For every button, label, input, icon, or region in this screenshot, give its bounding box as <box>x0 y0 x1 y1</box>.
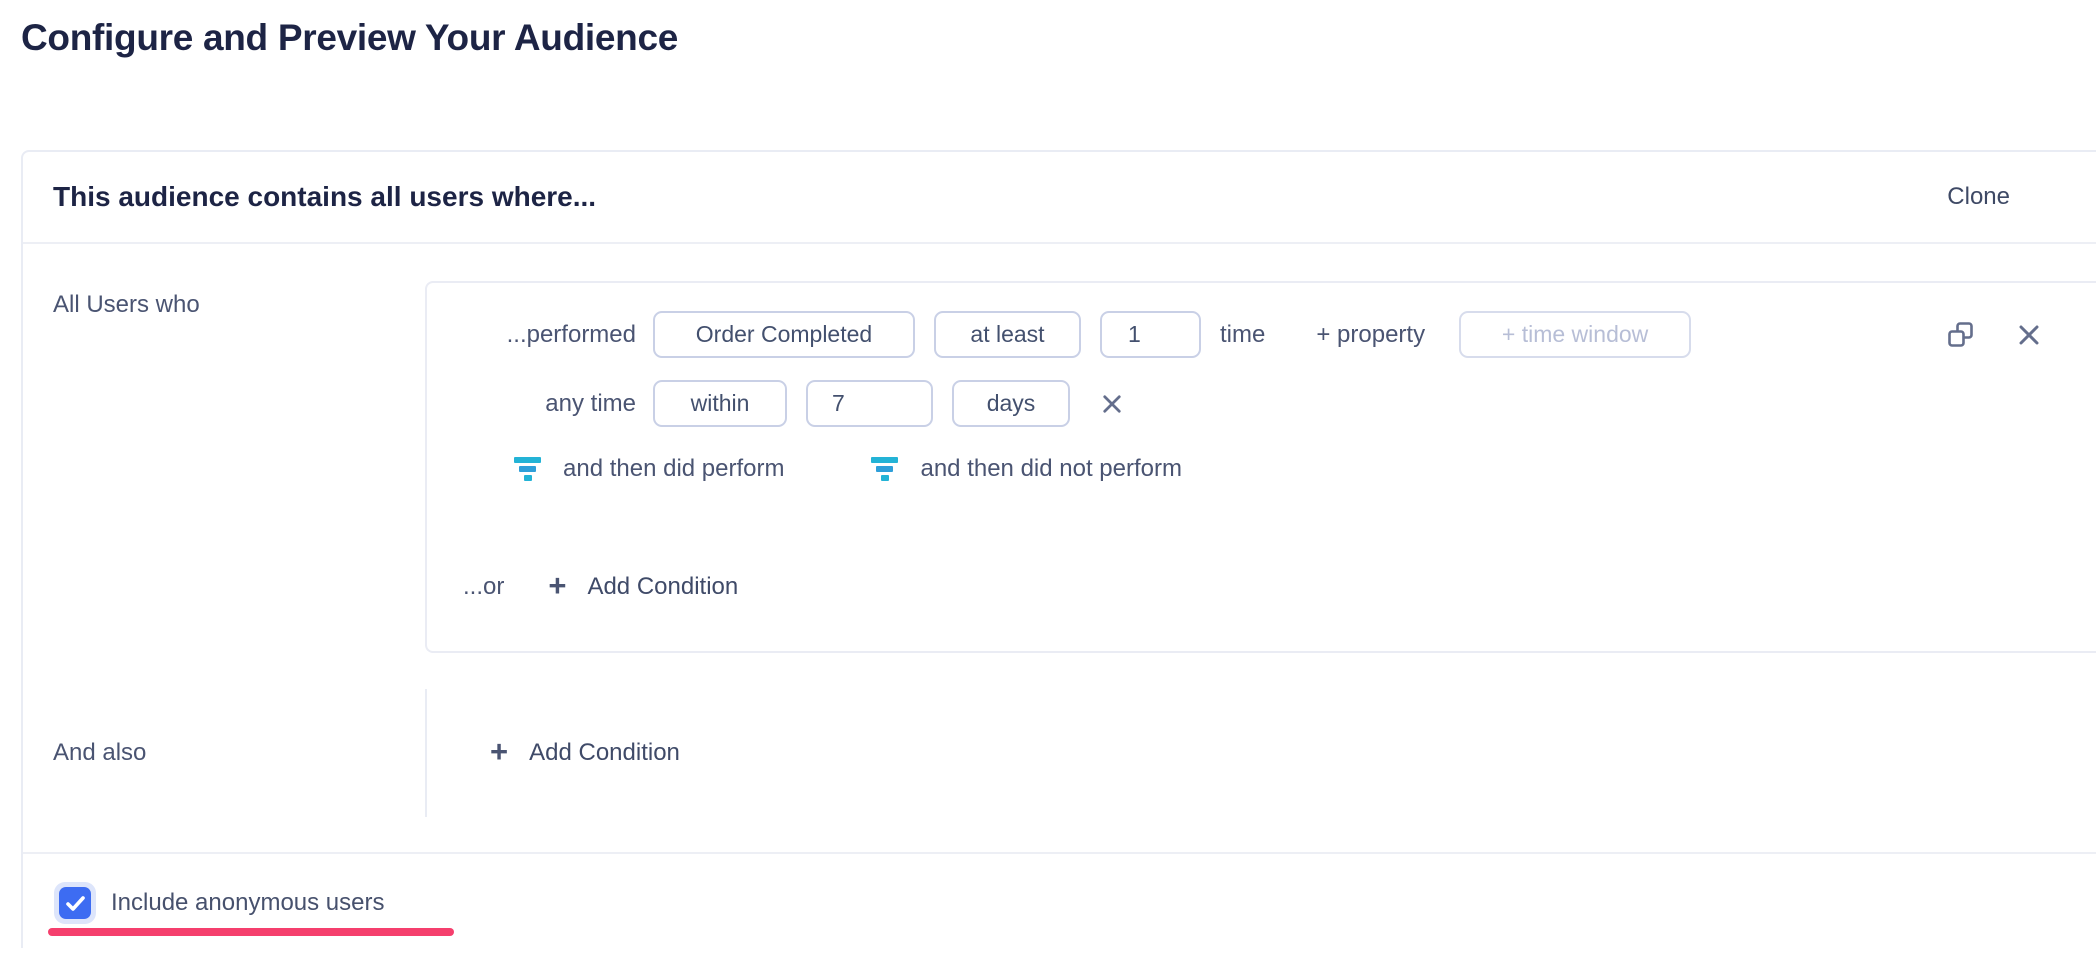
any-time-label: any time <box>427 390 653 418</box>
sequence-funnel-icon <box>871 457 898 481</box>
card-header: This audience contains all users where..… <box>23 152 2096 244</box>
range-operator-select[interactable]: within <box>653 380 787 427</box>
or-add-condition-row: ...or + Add Condition <box>463 573 2040 601</box>
time-window-condition-row: any time within days <box>427 380 2040 427</box>
count-input[interactable] <box>1100 311 1201 358</box>
and-also-add-condition-label: Add Condition <box>529 739 680 767</box>
add-condition-button[interactable]: + Add Condition <box>548 573 738 601</box>
operator-select[interactable]: at least <box>934 311 1081 358</box>
duplicate-condition-button[interactable] <box>1947 321 1974 348</box>
checkmark-icon <box>66 896 85 911</box>
checkbox-focus-ring <box>54 882 96 924</box>
add-property-button[interactable]: + property <box>1316 321 1425 349</box>
card-title: This audience contains all users where..… <box>53 181 596 213</box>
remove-time-window-button[interactable] <box>1102 394 1122 414</box>
card-footer: Include anonymous users <box>23 852 2096 953</box>
all-users-label: All Users who <box>23 281 425 319</box>
and-also-add-condition-button[interactable]: + Add Condition <box>490 739 680 767</box>
performed-condition-row: ...performed Order Completed at least ti… <box>427 311 2040 358</box>
highlight-underline <box>48 928 454 936</box>
time-window-input[interactable] <box>1459 311 1691 358</box>
plus-icon: + <box>548 570 566 601</box>
page-title: Configure and Preview Your Audience <box>21 14 2096 62</box>
event-select[interactable]: Order Completed <box>653 311 915 358</box>
all-users-section: All Users who ...performed Order Complet… <box>23 244 2096 653</box>
and-then-did-perform-button[interactable]: and then did perform <box>514 455 784 483</box>
remove-time-window-icon <box>1102 394 1122 414</box>
or-label: ...or <box>463 573 504 601</box>
and-also-content: + Add Condition <box>425 689 2096 817</box>
and-then-did-not-perform-label: and then did not perform <box>920 455 1182 483</box>
and-also-section: And also + Add Condition <box>23 689 2096 817</box>
include-anonymous-checkbox[interactable] <box>59 887 91 919</box>
add-condition-label: Add Condition <box>587 573 738 601</box>
audience-card: This audience contains all users where..… <box>21 150 2096 948</box>
performed-label: ...performed <box>427 321 653 349</box>
remove-condition-button[interactable] <box>2018 324 2040 346</box>
plus-icon: + <box>490 736 508 767</box>
clone-button[interactable]: Clone <box>1947 183 2010 211</box>
remove-condition-icon <box>2018 324 2040 346</box>
sequence-actions-row: and then did perform and then did not pe… <box>514 455 2040 483</box>
include-anonymous-label: Include anonymous users <box>111 889 385 917</box>
sequence-funnel-icon <box>514 457 541 481</box>
and-then-did-not-perform-button[interactable]: and then did not perform <box>871 455 1182 483</box>
range-unit-select[interactable]: days <box>952 380 1070 427</box>
duplicate-condition-icon <box>1947 321 1974 348</box>
include-anonymous-row[interactable]: Include anonymous users <box>54 882 385 924</box>
and-then-did-perform-label: and then did perform <box>563 455 784 483</box>
count-unit-label: time <box>1220 321 1265 349</box>
condition-group: ...performed Order Completed at least ti… <box>425 281 2096 653</box>
and-also-label: And also <box>23 689 425 817</box>
range-value-input[interactable] <box>806 380 933 427</box>
